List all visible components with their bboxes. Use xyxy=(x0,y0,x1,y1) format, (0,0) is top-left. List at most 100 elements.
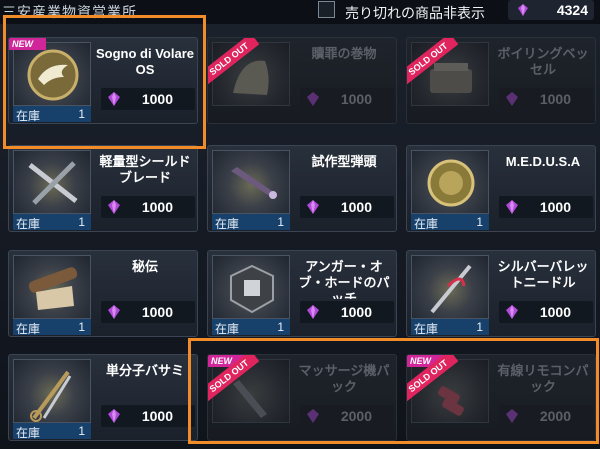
purple-gem-icon xyxy=(506,305,518,319)
item-thumbnail xyxy=(411,359,489,423)
purple-gem-icon xyxy=(108,305,120,319)
price-box: 1000 xyxy=(300,301,394,323)
item-price: 1000 xyxy=(340,91,372,107)
price-box: 1000 xyxy=(300,196,394,218)
purple-gem-icon xyxy=(307,200,319,214)
wing-emblem-icon xyxy=(27,49,79,101)
item-price: 1000 xyxy=(141,304,173,320)
stock-bar: 在庫 1 xyxy=(212,319,290,336)
stock-bar: 在庫 1 xyxy=(13,214,91,231)
item-name: 秘伝 xyxy=(131,259,158,274)
item-price: 1000 xyxy=(141,408,173,424)
item-thumbnail xyxy=(212,150,290,214)
currency-display: 4324 xyxy=(508,0,594,20)
item-price: 1000 xyxy=(539,91,571,107)
stock-label: 在庫 xyxy=(414,217,439,231)
shop-item-card: SOLD OUT ボイリングベッセル 1000 xyxy=(406,37,596,124)
purple-gem-icon xyxy=(108,92,120,106)
shop-item-card[interactable]: 在庫 1 シルバーバレットニードル 1000 xyxy=(406,250,596,337)
item-thumbnail xyxy=(13,255,91,319)
purple-gem-icon xyxy=(108,200,120,214)
currency-value: 4324 xyxy=(556,2,588,18)
stock-label: 在庫 xyxy=(16,426,41,440)
item-thumbnail xyxy=(13,150,91,214)
item-price: 2000 xyxy=(539,408,571,424)
item-price: 1000 xyxy=(539,199,571,215)
item-thumbnail xyxy=(13,359,91,423)
item-name: M.E.D.U.S.A xyxy=(505,154,581,169)
stock-count: 1 xyxy=(78,215,85,229)
price-box: 1000 xyxy=(499,196,593,218)
item-thumbnail xyxy=(212,42,290,106)
price-box: 1000 xyxy=(499,301,593,323)
item-thumbnail xyxy=(411,42,489,106)
item-price: 1000 xyxy=(141,91,173,107)
patch-icon xyxy=(230,264,274,314)
stock-bar: 在庫 1 xyxy=(411,319,489,336)
stock-bar: 在庫 1 xyxy=(13,106,91,123)
shop-item-card[interactable]: 在庫 1 軽量型シールドブレード 1000 xyxy=(8,145,198,232)
top-bar: 三安産業物資営業所 売り切れの商品非表示 4324 xyxy=(0,0,600,24)
price-box: 1000 xyxy=(300,88,394,110)
purple-gem-icon xyxy=(518,4,528,16)
item-name: ボイリングベッセル xyxy=(497,46,589,77)
item-name: マッサージ機パック xyxy=(298,363,390,394)
needle-icon xyxy=(430,264,472,314)
shop-item-card[interactable]: 在庫 1 M.E.D.U.S.A 1000 xyxy=(406,145,596,232)
item-price: 1000 xyxy=(539,304,571,320)
item-name: 贖罪の巻物 xyxy=(311,46,377,61)
purple-gem-icon xyxy=(307,305,319,319)
stock-bar: 在庫 1 xyxy=(212,214,290,231)
purple-gem-icon xyxy=(108,409,120,423)
stock-count: 1 xyxy=(476,215,483,229)
shop-item-card[interactable]: 在庫 1 試作型弾頭 1000 xyxy=(207,145,397,232)
price-box: 2000 xyxy=(300,405,394,427)
shop-item-card[interactable]: 在庫 1 単分子バサミ 1000 xyxy=(8,354,198,441)
item-thumbnail xyxy=(411,255,489,319)
shop-item-card: SOLD OUT 贖罪の巻物 1000 xyxy=(207,37,397,124)
item-name: 軽量型シールドブレード xyxy=(99,154,191,185)
item-name: シルバーバレットニードル xyxy=(497,259,589,290)
price-box: 1000 xyxy=(101,301,195,323)
item-thumbnail xyxy=(411,150,489,214)
stock-label: 在庫 xyxy=(215,217,240,231)
price-box: 1000 xyxy=(499,88,593,110)
new-badge: NEW xyxy=(9,38,46,50)
purple-gem-icon xyxy=(506,92,518,106)
item-price: 2000 xyxy=(340,408,372,424)
stock-count: 1 xyxy=(78,107,85,121)
hide-soldout-label[interactable]: 売り切れの商品非表示 xyxy=(345,3,485,23)
stock-count: 1 xyxy=(78,424,85,438)
purple-gem-icon xyxy=(307,92,319,106)
item-name: アンガー・オブ・ホードのパッチ xyxy=(298,259,390,299)
stock-bar: 在庫 1 xyxy=(13,423,91,440)
stock-bar: 在庫 1 xyxy=(411,214,489,231)
price-box: 1000 xyxy=(101,405,195,427)
stock-label: 在庫 xyxy=(16,217,41,231)
price-box: 1000 xyxy=(101,196,195,218)
stock-label: 在庫 xyxy=(16,109,41,123)
shop-title: 三安産業物資営業所 xyxy=(2,4,137,20)
price-box: 1000 xyxy=(101,88,195,110)
item-thumbnail xyxy=(13,42,91,106)
shop-item-card[interactable]: 在庫 1 秘伝 1000 xyxy=(8,250,198,337)
item-price: 1000 xyxy=(141,199,173,215)
item-name: 有線リモコンパック xyxy=(497,363,589,394)
purple-gem-icon xyxy=(506,409,518,423)
shop-item-card[interactable]: 在庫 1 アンガー・オブ・ホードのパッチ 1000 xyxy=(207,250,397,337)
stock-count: 1 xyxy=(277,215,284,229)
shop-item-card: NEW SOLD OUT 有線リモコンパック 2000 xyxy=(406,354,596,441)
blade-icon xyxy=(28,161,78,205)
medal-icon xyxy=(427,159,475,207)
stock-bar: 在庫 1 xyxy=(13,319,91,336)
stock-label: 在庫 xyxy=(414,322,439,336)
stock-label: 在庫 xyxy=(215,322,240,336)
purple-gem-icon xyxy=(506,200,518,214)
shop-item-card[interactable]: NEW 在庫 1 Sogno di Volare OS 1000 xyxy=(8,37,198,124)
item-thumbnail xyxy=(212,255,290,319)
item-name: Sogno di Volare OS xyxy=(96,46,194,77)
shop-item-card: NEW SOLD OUT マッサージ機パック 2000 xyxy=(207,354,397,441)
stock-label: 在庫 xyxy=(16,322,41,336)
hide-soldout-checkbox[interactable] xyxy=(318,1,335,18)
item-price: 1000 xyxy=(340,304,372,320)
